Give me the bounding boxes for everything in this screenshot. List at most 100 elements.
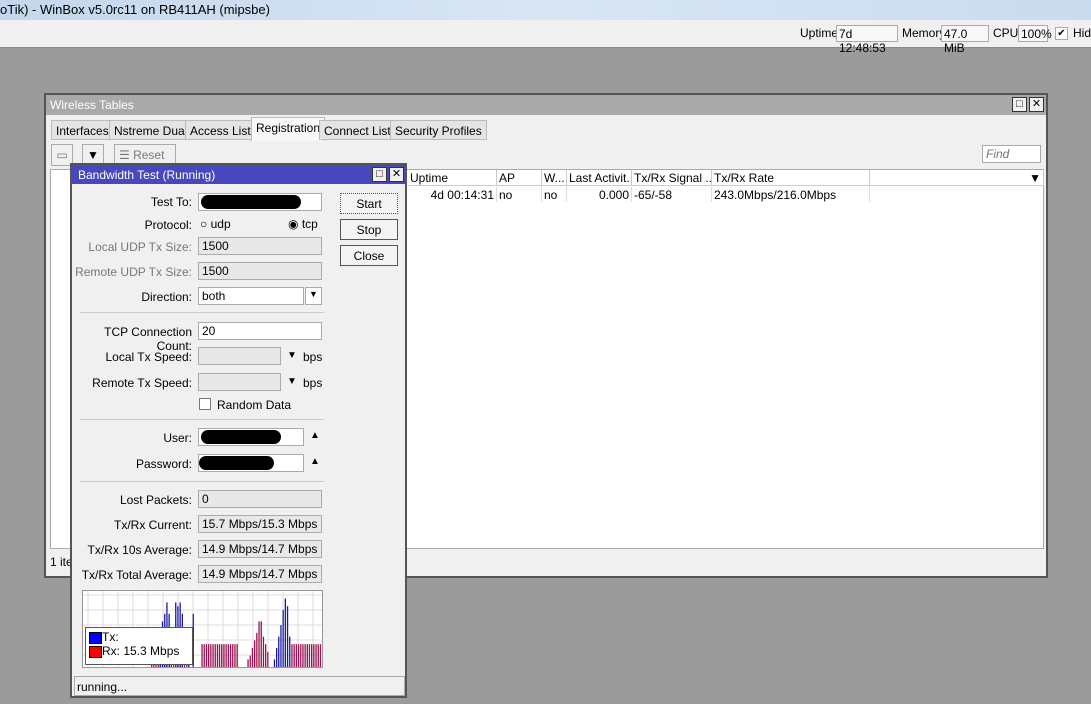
remote-speed-input[interactable] bbox=[198, 373, 281, 391]
rx-bar bbox=[262, 636, 265, 667]
lost-packets-label: Lost Packets: bbox=[119, 493, 192, 507]
table-cell[interactable]: no bbox=[497, 187, 542, 202]
table-cell[interactable]: no bbox=[542, 187, 567, 202]
bps-label: bps bbox=[303, 376, 323, 390]
close-button[interactable]: ✕ bbox=[1029, 97, 1044, 112]
password-label: Password: bbox=[135, 457, 192, 471]
rx-bar bbox=[214, 644, 216, 667]
rx-bar bbox=[265, 644, 267, 667]
bandwidth-test-dialog: Bandwidth Test (Running) □ ✕ Test To: Pr… bbox=[70, 163, 407, 698]
table-cell[interactable]: -65/-58 bbox=[632, 187, 712, 202]
wireless-tables-title: Wireless Tables bbox=[50, 98, 134, 112]
tab-access-list[interactable]: Access List bbox=[185, 120, 256, 140]
direction-select[interactable]: both bbox=[198, 287, 304, 305]
divider bbox=[80, 312, 324, 313]
local-speed-input[interactable] bbox=[198, 347, 281, 365]
find-input[interactable] bbox=[982, 145, 1041, 163]
tx-bar bbox=[282, 610, 284, 667]
test-to-input[interactable] bbox=[198, 193, 322, 211]
dialog-title-bar[interactable]: Bandwidth Test (Running) bbox=[72, 165, 405, 184]
graph-legend: Tx: Rx: 15.3 Mbps bbox=[85, 627, 193, 665]
tcp-count-input[interactable]: 20 bbox=[198, 322, 322, 340]
close-button[interactable]: ✕ bbox=[389, 167, 404, 182]
table-cell[interactable]: 243.0Mbps/216.0Mbps bbox=[712, 187, 870, 202]
tx-legend-swatch bbox=[89, 631, 102, 644]
window-title-bar: oTik) - WinBox v5.0rc11 on RB411AH (mips… bbox=[0, 0, 1091, 20]
rx-bar bbox=[208, 644, 210, 667]
test-to-label: Test To: bbox=[150, 195, 192, 209]
table-cell[interactable]: 0.000 bbox=[567, 187, 632, 202]
divider bbox=[80, 419, 324, 420]
udp-radio[interactable]: ○ udp bbox=[200, 217, 231, 231]
rx-bar bbox=[315, 644, 317, 667]
rx-bar bbox=[212, 644, 214, 667]
rx-legend-label: Rx: 15.3 Mbps bbox=[102, 644, 180, 658]
password-input[interactable] bbox=[198, 454, 304, 472]
hide-label: Hide bbox=[1073, 26, 1091, 40]
column-header[interactable]: AP bbox=[497, 170, 542, 186]
collapse-icon[interactable]: ▲ bbox=[310, 456, 320, 467]
column-header[interactable]: W... bbox=[542, 170, 567, 186]
tx-bar bbox=[286, 606, 289, 667]
rx-bar bbox=[295, 644, 297, 667]
rx-bar bbox=[254, 640, 256, 667]
rx-bar bbox=[234, 644, 236, 667]
local-udp-label: Local UDP Tx Size: bbox=[88, 240, 192, 254]
random-data-checkbox[interactable] bbox=[199, 398, 211, 410]
tx-legend-label: Tx: bbox=[102, 630, 119, 644]
divider bbox=[80, 481, 324, 482]
redacted bbox=[201, 430, 281, 444]
column-header[interactable]: Tx/Rx Signal ... bbox=[632, 170, 712, 186]
rx-bar bbox=[311, 644, 313, 667]
maximize-button[interactable]: □ bbox=[372, 167, 387, 182]
rx-bar bbox=[256, 632, 258, 667]
reset-label: Reset bbox=[133, 148, 165, 162]
udp-label: udp bbox=[210, 217, 231, 231]
cpu-value: 100% bbox=[1018, 25, 1052, 42]
dropdown-icon[interactable]: ▼ bbox=[305, 287, 322, 305]
local-udp-input[interactable]: 1500 bbox=[198, 237, 322, 255]
column-header[interactable]: Last Activit... bbox=[567, 170, 632, 186]
rx-bar bbox=[251, 648, 254, 667]
rx-bar bbox=[267, 651, 269, 667]
tab-connect-list[interactable]: Connect List bbox=[319, 120, 396, 140]
rx-bar bbox=[317, 644, 319, 667]
user-input[interactable] bbox=[198, 428, 304, 446]
column-header[interactable]: Tx/Rx Rate bbox=[712, 170, 870, 186]
direction-label: Direction: bbox=[141, 290, 192, 304]
memory-value: 47.0 MiB bbox=[941, 25, 989, 55]
collapse-icon[interactable]: ▲ bbox=[310, 430, 320, 441]
table-cell[interactable]: 4d 00:14:31 bbox=[408, 187, 497, 202]
dropdown-icon[interactable]: ▼ bbox=[287, 350, 297, 361]
rx-bar bbox=[210, 644, 212, 667]
tab-security-profiles[interactable]: Security Profiles bbox=[390, 120, 487, 140]
maximize-button[interactable]: □ bbox=[1012, 97, 1027, 112]
tcp-radio[interactable]: ◉ tcp bbox=[288, 217, 318, 231]
column-menu-button[interactable]: ▼ bbox=[870, 170, 1044, 186]
rx-bar bbox=[302, 644, 304, 667]
close-dialog-button[interactable]: Close bbox=[340, 245, 398, 266]
start-button[interactable]: Start bbox=[340, 193, 398, 214]
dropdown-icon[interactable]: ▼ bbox=[287, 376, 297, 387]
current-label: Tx/Rx Current: bbox=[113, 518, 192, 532]
stop-button[interactable]: Stop bbox=[340, 219, 398, 240]
tab-registration[interactable]: Registration bbox=[251, 117, 326, 141]
tab-interfaces[interactable]: Interfaces bbox=[51, 120, 114, 140]
rx-bar bbox=[291, 644, 293, 667]
remote-udp-label: Remote UDP Tx Size: bbox=[75, 265, 192, 279]
hide-checkbox[interactable]: ✔ bbox=[1055, 27, 1068, 40]
rx-legend-swatch bbox=[89, 645, 102, 658]
remote-udp-input[interactable]: 1500 bbox=[198, 262, 322, 280]
rx-bar bbox=[308, 644, 311, 667]
rx-bar bbox=[227, 644, 229, 667]
rx-bar bbox=[297, 644, 300, 667]
local-speed-label: Local Tx Speed: bbox=[105, 350, 192, 364]
total-avg-label: Tx/Rx Total Average: bbox=[81, 568, 192, 582]
dialog-title: Bandwidth Test (Running) bbox=[78, 168, 216, 182]
column-header[interactable]: Uptime bbox=[408, 170, 497, 186]
tab-nstreme-dual[interactable]: Nstreme Dual bbox=[109, 120, 193, 140]
total-avg-value: 14.9 Mbps/14.7 Mbps bbox=[198, 565, 322, 583]
bps-label: bps bbox=[303, 350, 323, 364]
rx-bar bbox=[221, 644, 223, 667]
wireless-tables-title-bar[interactable]: Wireless Tables bbox=[46, 95, 1046, 115]
